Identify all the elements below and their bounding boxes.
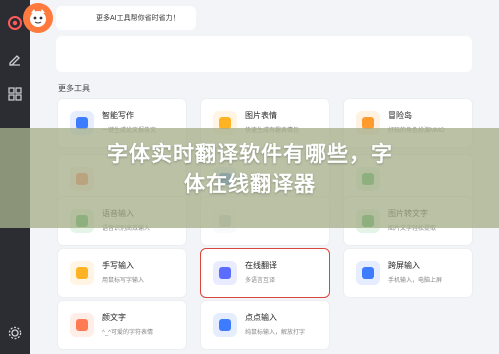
tool-title: 图片表情 <box>245 111 277 120</box>
tool-subtitle: 手机输入，电脑上屏 <box>388 278 443 284</box>
tool-title: 在线翻译 <box>245 261 277 270</box>
tool-card[interactable]: 手写输入用鼠标写字输入 <box>57 248 187 298</box>
handwrite-icon <box>70 261 94 285</box>
emoticon-icon <box>70 313 94 337</box>
caption-text: 字体实时翻译软件有哪些，字 体在线翻译器 <box>40 140 460 200</box>
hint-text: 更多AI工具帮你省时省力！ <box>96 15 180 22</box>
tool-subtitle: 多语言互译 <box>245 278 276 284</box>
tool-title: 智能写作 <box>102 111 134 120</box>
grid-icon[interactable] <box>6 85 24 103</box>
caption-line-2: 体在线翻译器 <box>184 173 316 196</box>
tool-card[interactable]: 跨屏输入手机输入，电脑上屏 <box>343 248 473 298</box>
caption-line-1: 字体实时翻译软件有哪些，字 <box>107 143 393 166</box>
gear-icon[interactable] <box>6 324 24 342</box>
tool-title: 跨屏输入 <box>388 261 420 270</box>
translate-icon <box>213 261 237 285</box>
upper-panel <box>56 36 472 72</box>
click-input-icon <box>213 313 237 337</box>
avatar[interactable] <box>23 3 53 33</box>
tool-card[interactable]: 在线翻译 多语言互译 <box>200 248 330 298</box>
target-icon[interactable] <box>6 14 24 32</box>
tool-title: 手写输入 <box>102 261 134 270</box>
cross-screen-icon <box>356 261 380 285</box>
tool-subtitle: ^_^可爱的字符表情 <box>102 330 153 336</box>
tool-subtitle: 纯鼠标输入，解放打字 <box>245 330 306 336</box>
edit-icon[interactable] <box>6 50 24 68</box>
section-title: 更多工具 <box>58 84 90 93</box>
tool-title: 颜文字 <box>102 313 126 322</box>
tool-title: 点点输入 <box>245 313 277 322</box>
tool-title: 冒险岛 <box>388 111 412 120</box>
tool-subtitle: 用鼠标写字输入 <box>102 278 145 284</box>
tool-card[interactable]: 点点输入纯鼠标输入，解放打字 <box>200 300 330 350</box>
tool-card[interactable]: 颜文字 ^_^可爱的字符表情 <box>57 300 187 350</box>
